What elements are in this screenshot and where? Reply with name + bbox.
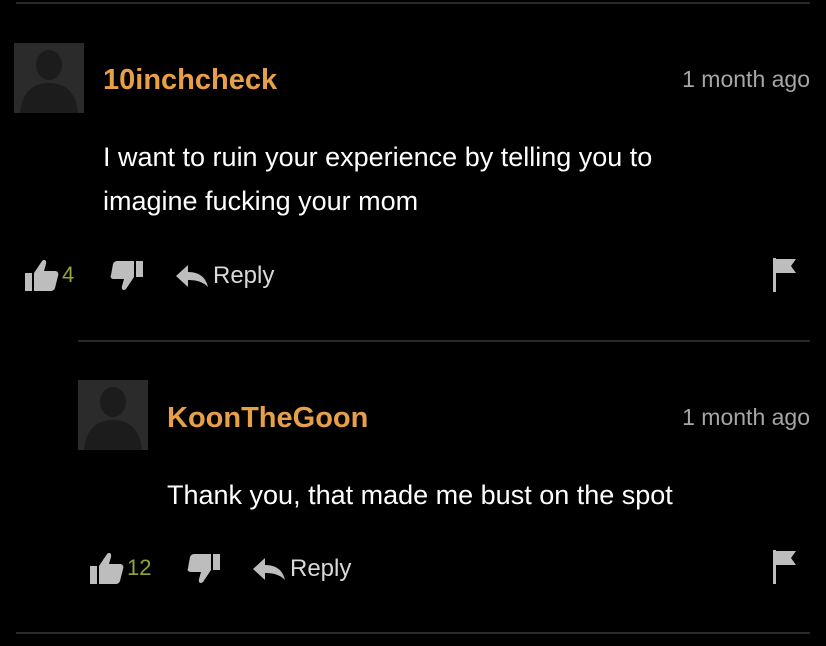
like-count: 12 [127,555,152,580]
dislike-button[interactable] [110,260,144,292]
comment-text-line: imagine fucking your mom [103,186,419,216]
like-count: 4 [62,262,75,287]
dislike-button[interactable] [187,553,221,585]
thumbs-up-icon [89,551,125,585]
comment-text: I want to ruin your experience by tellin… [103,135,652,223]
avatar-placeholder-icon [78,380,148,450]
flag-button[interactable] [772,257,798,293]
flag-icon [772,549,798,585]
comment-text-line: I want to ruin your experience by tellin… [103,142,653,172]
reply-arrow-icon [252,557,286,581]
thumbs-down-icon [110,260,144,292]
reply-button[interactable]: Reply [252,555,351,583]
comment-username[interactable]: KoonTheGoon [167,402,368,435]
flag-button[interactable] [772,549,798,585]
top-divider [16,2,810,4]
reply-divider [78,340,810,342]
user-avatar[interactable] [78,380,148,450]
comment-username[interactable]: 10inchcheck [103,64,277,97]
reply-button[interactable]: Reply [175,262,274,290]
like-button[interactable]: 12 [89,551,151,585]
reply-label: Reply [290,555,352,582]
reply-arrow-icon [175,264,209,288]
comment-text: Thank you, that made me bust on the spot [167,473,673,517]
comment-text-line: Thank you, that made me bust on the spot [167,480,673,510]
comment-timestamp: 1 month ago [682,404,810,430]
thumbs-up-icon [24,258,60,292]
avatar-placeholder-icon [14,43,84,113]
thumbs-down-icon [187,553,221,585]
reply-label: Reply [213,262,275,289]
bottom-divider [16,632,810,634]
comment-timestamp: 1 month ago [682,66,810,92]
like-button[interactable]: 4 [24,258,74,292]
user-avatar[interactable] [14,43,84,113]
flag-icon [772,257,798,293]
